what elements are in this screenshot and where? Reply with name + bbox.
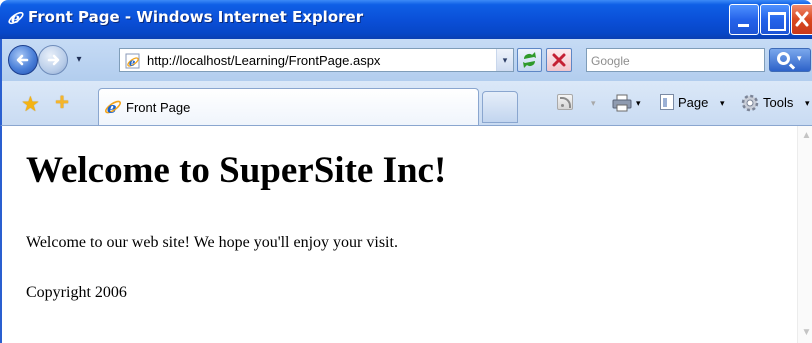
tab-toolbar: ★ + e Front Page ▾ ▾ Page ▾ Tools ▾ (0, 81, 812, 126)
tab-label: Front Page (126, 100, 191, 115)
forward-button[interactable] (38, 45, 68, 75)
address-url: http://localhost/Learning/FrontPage.aspx (147, 53, 381, 68)
svg-text:e: e (107, 99, 117, 116)
search-input[interactable]: Google (586, 48, 765, 72)
feeds-dropdown[interactable]: ▾ (591, 98, 596, 109)
svg-text:e: e (129, 58, 135, 69)
stop-button[interactable] (546, 48, 572, 72)
scroll-down-button[interactable]: ▼ (799, 325, 812, 341)
vertical-scrollbar[interactable]: ▲ ▼ (797, 126, 812, 343)
back-arrow-icon (16, 54, 29, 66)
page-viewport: Welcome to SuperSite Inc! Welcome to our… (0, 126, 812, 343)
maximize-button[interactable] (760, 4, 790, 35)
tools-dropdown[interactable]: ▾ (805, 98, 810, 109)
tab-ie-icon: e (104, 99, 122, 116)
close-button[interactable] (791, 4, 812, 35)
page-dropdown[interactable]: ▾ (720, 98, 725, 109)
page-ie-icon: e (125, 53, 140, 69)
gear-icon (741, 94, 759, 112)
add-favorite-icon[interactable]: + (55, 89, 69, 117)
svg-text:e: e (11, 11, 20, 27)
print-icon[interactable] (612, 94, 632, 112)
stop-icon (552, 53, 566, 67)
tools-menu-button[interactable]: Tools (763, 95, 793, 110)
address-dropdown-button[interactable]: ▾ (496, 49, 513, 71)
search-options-dropdown[interactable]: ▾ (797, 53, 802, 64)
recent-pages-dropdown[interactable]: ▾ (72, 51, 86, 69)
rss-feed-icon[interactable] (557, 94, 573, 110)
close-icon (795, 11, 809, 27)
back-button[interactable] (8, 45, 38, 75)
welcome-paragraph: Welcome to our web site! We hope you'll … (26, 234, 398, 251)
forward-arrow-icon (47, 54, 60, 66)
search-icon (777, 52, 790, 65)
minimize-button[interactable] (729, 4, 759, 35)
tab-front-page[interactable]: e Front Page (98, 88, 479, 125)
new-tab-button[interactable] (482, 91, 518, 123)
title-bar[interactable]: e Front Page - Windows Internet Explorer (0, 0, 812, 39)
page-menu-button[interactable]: Page (678, 95, 708, 110)
print-dropdown[interactable]: ▾ (636, 98, 641, 109)
page-icon (660, 94, 674, 110)
scroll-up-button[interactable]: ▲ (799, 128, 812, 144)
window-title: Front Page - Windows Internet Explorer (28, 8, 364, 26)
address-field[interactable]: e http://localhost/Learning/FrontPage.as… (119, 48, 514, 72)
refresh-button[interactable] (517, 48, 542, 72)
refresh-icon (523, 52, 536, 68)
address-toolbar: ▾ e http://localhost/Learning/FrontPage.… (0, 39, 812, 81)
search-button[interactable]: ▾ (769, 48, 811, 72)
copyright-text: Copyright 2006 (26, 284, 127, 301)
page-heading: Welcome to SuperSite Inc! (26, 150, 447, 191)
favorites-star-icon[interactable]: ★ (21, 92, 40, 117)
ie-logo-icon: e (8, 11, 24, 27)
search-placeholder: Google (591, 54, 630, 68)
